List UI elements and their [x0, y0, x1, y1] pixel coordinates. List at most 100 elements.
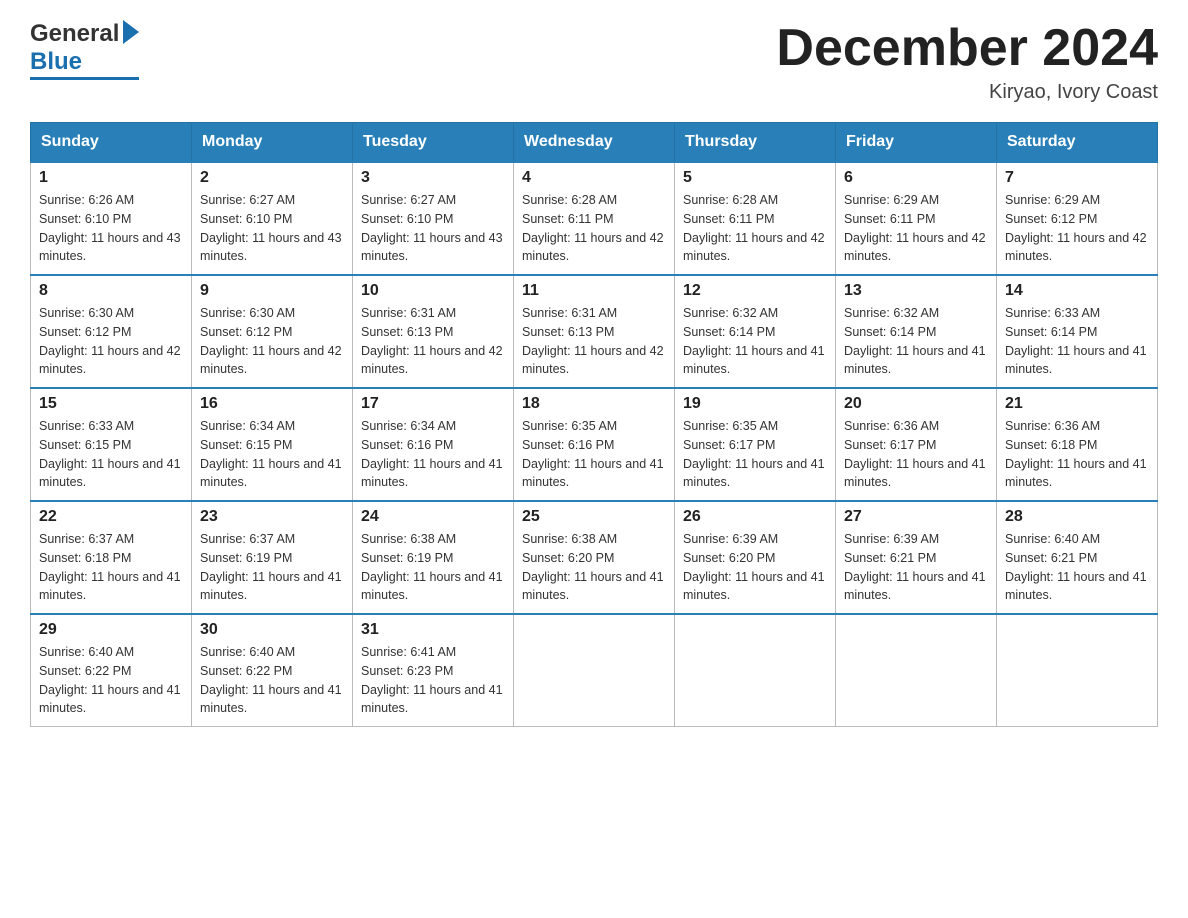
table-row: 5 Sunrise: 6:28 AM Sunset: 6:11 PM Dayli…: [675, 162, 836, 275]
day-number: 19: [683, 395, 827, 413]
day-info: Sunrise: 6:39 AM Sunset: 6:20 PM Dayligh…: [683, 530, 827, 605]
header-wednesday: Wednesday: [514, 123, 675, 163]
day-number: 12: [683, 282, 827, 300]
day-info: Sunrise: 6:36 AM Sunset: 6:18 PM Dayligh…: [1005, 417, 1149, 492]
day-info: Sunrise: 6:38 AM Sunset: 6:20 PM Dayligh…: [522, 530, 666, 605]
day-number: 3: [361, 169, 505, 187]
table-row: 24 Sunrise: 6:38 AM Sunset: 6:19 PM Dayl…: [353, 501, 514, 614]
table-row: 17 Sunrise: 6:34 AM Sunset: 6:16 PM Dayl…: [353, 388, 514, 501]
table-row: 9 Sunrise: 6:30 AM Sunset: 6:12 PM Dayli…: [192, 275, 353, 388]
day-number: 15: [39, 395, 183, 413]
day-number: 4: [522, 169, 666, 187]
day-info: Sunrise: 6:31 AM Sunset: 6:13 PM Dayligh…: [522, 304, 666, 379]
table-row: 27 Sunrise: 6:39 AM Sunset: 6:21 PM Dayl…: [836, 501, 997, 614]
day-number: 5: [683, 169, 827, 187]
day-number: 14: [1005, 282, 1149, 300]
header-saturday: Saturday: [997, 123, 1158, 163]
header-sunday: Sunday: [31, 123, 192, 163]
table-row: 3 Sunrise: 6:27 AM Sunset: 6:10 PM Dayli…: [353, 162, 514, 275]
table-row: 1 Sunrise: 6:26 AM Sunset: 6:10 PM Dayli…: [31, 162, 192, 275]
day-number: 31: [361, 621, 505, 639]
calendar-week-row: 8 Sunrise: 6:30 AM Sunset: 6:12 PM Dayli…: [31, 275, 1158, 388]
day-info: Sunrise: 6:37 AM Sunset: 6:19 PM Dayligh…: [200, 530, 344, 605]
page-header: General Blue December 2024 Kiryao, Ivory…: [30, 20, 1158, 104]
day-number: 17: [361, 395, 505, 413]
calendar-week-row: 15 Sunrise: 6:33 AM Sunset: 6:15 PM Dayl…: [31, 388, 1158, 501]
day-number: 16: [200, 395, 344, 413]
day-info: Sunrise: 6:36 AM Sunset: 6:17 PM Dayligh…: [844, 417, 988, 492]
day-number: 18: [522, 395, 666, 413]
table-row: 8 Sunrise: 6:30 AM Sunset: 6:12 PM Dayli…: [31, 275, 192, 388]
table-row: 11 Sunrise: 6:31 AM Sunset: 6:13 PM Dayl…: [514, 275, 675, 388]
day-number: 21: [1005, 395, 1149, 413]
table-row: 10 Sunrise: 6:31 AM Sunset: 6:13 PM Dayl…: [353, 275, 514, 388]
table-row: 2 Sunrise: 6:27 AM Sunset: 6:10 PM Dayli…: [192, 162, 353, 275]
day-info: Sunrise: 6:38 AM Sunset: 6:19 PM Dayligh…: [361, 530, 505, 605]
table-row: 26 Sunrise: 6:39 AM Sunset: 6:20 PM Dayl…: [675, 501, 836, 614]
day-info: Sunrise: 6:34 AM Sunset: 6:16 PM Dayligh…: [361, 417, 505, 492]
table-row: 21 Sunrise: 6:36 AM Sunset: 6:18 PM Dayl…: [997, 388, 1158, 501]
day-number: 22: [39, 508, 183, 526]
day-info: Sunrise: 6:26 AM Sunset: 6:10 PM Dayligh…: [39, 191, 183, 266]
table-row: [997, 614, 1158, 727]
day-number: 10: [361, 282, 505, 300]
table-row: 23 Sunrise: 6:37 AM Sunset: 6:19 PM Dayl…: [192, 501, 353, 614]
table-row: 29 Sunrise: 6:40 AM Sunset: 6:22 PM Dayl…: [31, 614, 192, 727]
day-number: 25: [522, 508, 666, 526]
day-info: Sunrise: 6:27 AM Sunset: 6:10 PM Dayligh…: [361, 191, 505, 266]
day-info: Sunrise: 6:33 AM Sunset: 6:15 PM Dayligh…: [39, 417, 183, 492]
day-number: 2: [200, 169, 344, 187]
month-title: December 2024: [776, 20, 1158, 77]
table-row: 25 Sunrise: 6:38 AM Sunset: 6:20 PM Dayl…: [514, 501, 675, 614]
logo-blue-text: Blue: [30, 48, 82, 76]
header-tuesday: Tuesday: [353, 123, 514, 163]
day-info: Sunrise: 6:32 AM Sunset: 6:14 PM Dayligh…: [844, 304, 988, 379]
day-info: Sunrise: 6:29 AM Sunset: 6:11 PM Dayligh…: [844, 191, 988, 266]
day-info: Sunrise: 6:41 AM Sunset: 6:23 PM Dayligh…: [361, 643, 505, 718]
calendar-week-row: 22 Sunrise: 6:37 AM Sunset: 6:18 PM Dayl…: [31, 501, 1158, 614]
header-monday: Monday: [192, 123, 353, 163]
calendar-week-row: 29 Sunrise: 6:40 AM Sunset: 6:22 PM Dayl…: [31, 614, 1158, 727]
day-info: Sunrise: 6:28 AM Sunset: 6:11 PM Dayligh…: [522, 191, 666, 266]
table-row: 18 Sunrise: 6:35 AM Sunset: 6:16 PM Dayl…: [514, 388, 675, 501]
table-row: 6 Sunrise: 6:29 AM Sunset: 6:11 PM Dayli…: [836, 162, 997, 275]
logo-underline: [30, 77, 139, 80]
day-number: 24: [361, 508, 505, 526]
day-info: Sunrise: 6:39 AM Sunset: 6:21 PM Dayligh…: [844, 530, 988, 605]
day-info: Sunrise: 6:32 AM Sunset: 6:14 PM Dayligh…: [683, 304, 827, 379]
table-row: [514, 614, 675, 727]
table-row: 20 Sunrise: 6:36 AM Sunset: 6:17 PM Dayl…: [836, 388, 997, 501]
table-row: 22 Sunrise: 6:37 AM Sunset: 6:18 PM Dayl…: [31, 501, 192, 614]
day-info: Sunrise: 6:29 AM Sunset: 6:12 PM Dayligh…: [1005, 191, 1149, 266]
location-text: Kiryao, Ivory Coast: [776, 81, 1158, 104]
table-row: 13 Sunrise: 6:32 AM Sunset: 6:14 PM Dayl…: [836, 275, 997, 388]
day-info: Sunrise: 6:30 AM Sunset: 6:12 PM Dayligh…: [200, 304, 344, 379]
table-row: 28 Sunrise: 6:40 AM Sunset: 6:21 PM Dayl…: [997, 501, 1158, 614]
day-info: Sunrise: 6:40 AM Sunset: 6:22 PM Dayligh…: [39, 643, 183, 718]
calendar-header-row: Sunday Monday Tuesday Wednesday Thursday…: [31, 123, 1158, 163]
header-friday: Friday: [836, 123, 997, 163]
table-row: 16 Sunrise: 6:34 AM Sunset: 6:15 PM Dayl…: [192, 388, 353, 501]
table-row: [675, 614, 836, 727]
table-row: 31 Sunrise: 6:41 AM Sunset: 6:23 PM Dayl…: [353, 614, 514, 727]
header-thursday: Thursday: [675, 123, 836, 163]
logo-arrow-icon: [123, 20, 139, 44]
logo-general-text: General: [30, 20, 119, 48]
day-number: 27: [844, 508, 988, 526]
day-number: 6: [844, 169, 988, 187]
table-row: 12 Sunrise: 6:32 AM Sunset: 6:14 PM Dayl…: [675, 275, 836, 388]
calendar-table: Sunday Monday Tuesday Wednesday Thursday…: [30, 122, 1158, 727]
table-row: 4 Sunrise: 6:28 AM Sunset: 6:11 PM Dayli…: [514, 162, 675, 275]
day-number: 20: [844, 395, 988, 413]
logo: General Blue: [30, 20, 139, 80]
day-info: Sunrise: 6:31 AM Sunset: 6:13 PM Dayligh…: [361, 304, 505, 379]
day-info: Sunrise: 6:35 AM Sunset: 6:16 PM Dayligh…: [522, 417, 666, 492]
table-row: 19 Sunrise: 6:35 AM Sunset: 6:17 PM Dayl…: [675, 388, 836, 501]
day-info: Sunrise: 6:37 AM Sunset: 6:18 PM Dayligh…: [39, 530, 183, 605]
day-info: Sunrise: 6:40 AM Sunset: 6:21 PM Dayligh…: [1005, 530, 1149, 605]
day-number: 26: [683, 508, 827, 526]
day-number: 13: [844, 282, 988, 300]
table-row: 30 Sunrise: 6:40 AM Sunset: 6:22 PM Dayl…: [192, 614, 353, 727]
table-row: 7 Sunrise: 6:29 AM Sunset: 6:12 PM Dayli…: [997, 162, 1158, 275]
day-number: 30: [200, 621, 344, 639]
